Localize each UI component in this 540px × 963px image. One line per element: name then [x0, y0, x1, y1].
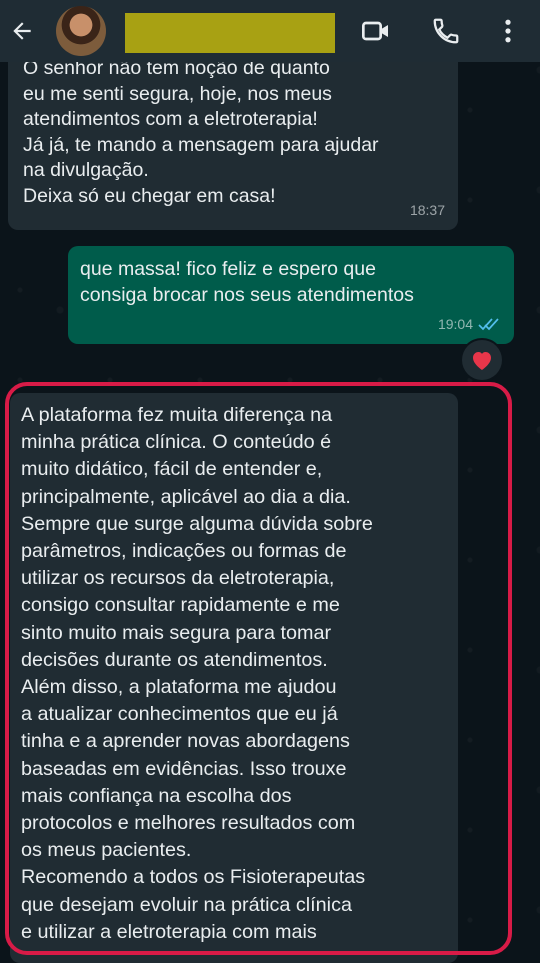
chat-header: [0, 0, 540, 62]
message-bubble-incoming[interactable]: O senhor não tem noção de quanto eu me s…: [8, 42, 458, 230]
message-time: 19:04: [437, 315, 473, 332]
video-call-button[interactable]: [358, 13, 394, 49]
message-text: A plataforma fez muita diferença na minh…: [21, 404, 373, 943]
more-options-icon: [505, 19, 511, 43]
more-options-button[interactable]: [490, 13, 526, 49]
back-arrow-icon: [13, 22, 31, 40]
message-time: 18:37: [409, 201, 445, 218]
message-bubble-outgoing[interactable]: que massa! fico feliz e espero que consi…: [68, 246, 514, 344]
message-text: O senhor não tem noção de quanto eu me s…: [23, 57, 379, 207]
voice-call-button[interactable]: [428, 13, 464, 49]
message-reaction[interactable]: [462, 340, 502, 380]
read-receipt-icon: [478, 318, 499, 331]
contact-avatar[interactable]: [56, 6, 106, 56]
message-bubble-incoming-testimonial[interactable]: A plataforma fez muita diferença na minh…: [10, 393, 458, 963]
phone-icon: [433, 18, 459, 44]
back-button[interactable]: [4, 0, 40, 62]
contact-name-redacted[interactable]: [125, 13, 335, 53]
video-call-icon: [362, 21, 388, 41]
heart-icon: [473, 352, 491, 370]
message-text: que massa! fico feliz e espero que consi…: [80, 258, 414, 306]
